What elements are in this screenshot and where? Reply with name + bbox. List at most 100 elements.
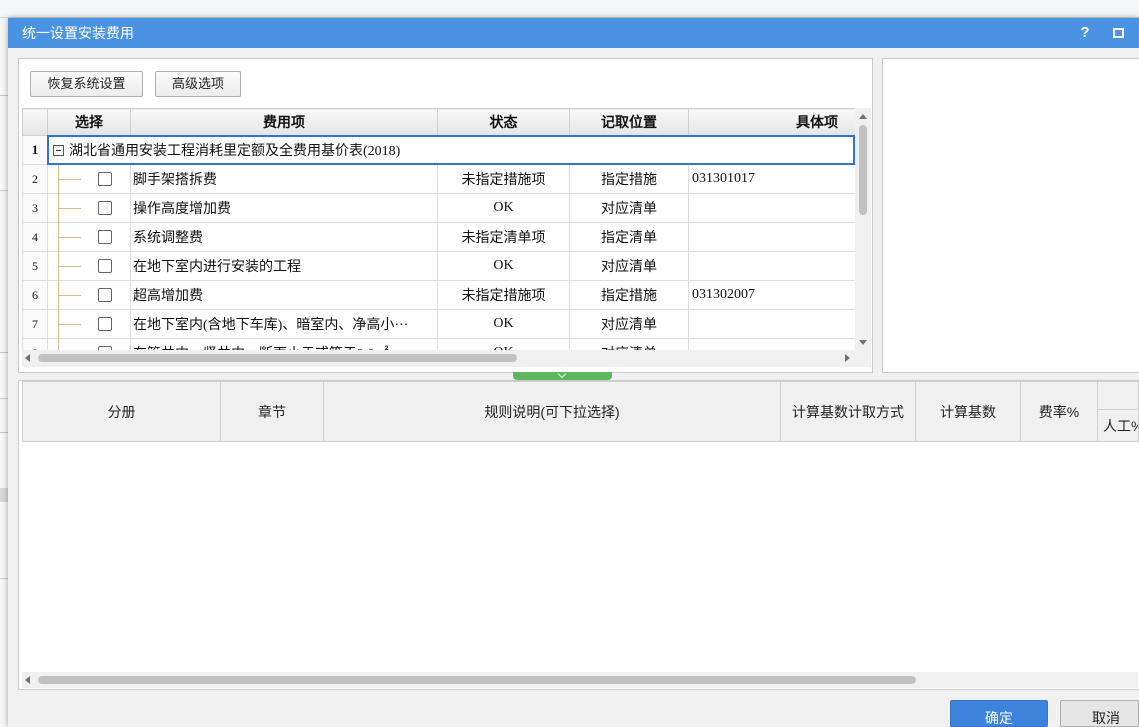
status-cell: 未指定措施项 [437, 280, 570, 310]
ok-button[interactable]: 确定 [950, 700, 1048, 727]
col-header-base-method[interactable]: 计算基数计取方式 [780, 381, 916, 442]
fee-item-name: 系统调整费 [130, 222, 438, 252]
col-header-specific-item[interactable]: 具体项 [688, 108, 855, 136]
col-header-base[interactable]: 计算基数 [915, 381, 1021, 442]
row-number: 3 [22, 193, 48, 223]
scroll-up-arrow-icon[interactable] [859, 114, 867, 119]
specific-item-cell[interactable] [688, 193, 855, 223]
restore-defaults-button[interactable]: 恢复系统设置 [30, 71, 143, 97]
fee-table-header: 选择 费用项 状态 记取位置 具体项 [22, 108, 855, 136]
col-header-fee-item[interactable]: 费用项 [130, 108, 438, 136]
rules-table-horizontal-scrollbar[interactable] [22, 672, 1138, 688]
status-cell: OK [437, 193, 570, 223]
scrollbar-corner [855, 350, 871, 367]
location-cell[interactable]: 对应清单 [569, 193, 689, 223]
select-cell [47, 222, 131, 252]
row-number: 6 [22, 280, 48, 310]
splitter-handle[interactable] [513, 369, 612, 380]
col-header-rate[interactable]: 费率% [1020, 381, 1098, 442]
col-header-volume[interactable]: 分册 [22, 381, 221, 442]
scroll-left-arrow-icon[interactable] [25, 676, 30, 684]
location-cell[interactable]: 指定措施 [569, 280, 689, 310]
fee-item-name: 操作高度增加费 [130, 193, 438, 223]
status-cell: OK [437, 338, 570, 350]
background-divider [0, 432, 8, 433]
location-cell[interactable]: 指定清单 [569, 222, 689, 252]
row-number: 7 [22, 309, 48, 339]
maximize-icon[interactable] [1113, 28, 1124, 38]
location-cell[interactable]: 对应清单 [569, 309, 689, 339]
specific-item-cell[interactable] [688, 222, 855, 252]
advanced-options-button[interactable]: 高级选项 [155, 71, 241, 97]
specific-item-cell[interactable] [688, 338, 855, 350]
background-divider [0, 578, 8, 579]
status-cell: OK [437, 251, 570, 281]
title-bar[interactable]: 统一设置安装费用 ? [8, 18, 1139, 48]
help-button[interactable]: ? [1075, 18, 1095, 48]
table-row[interactable]: 6 超高增加费 未指定措施项 指定措施 031302007 [22, 280, 855, 310]
rules-table: 分册 章节 规则说明(可下拉选择) 计算基数计取方式 计算基数 费率% 人工% [22, 381, 1139, 442]
col-header-labor[interactable]: 人工% [1097, 409, 1139, 442]
row-number-header [22, 108, 48, 136]
table-row[interactable]: 2 脚手架搭拆费 未指定措施项 指定措施 031301017 [22, 164, 855, 194]
collapse-icon[interactable] [53, 145, 64, 156]
scroll-thumb[interactable] [859, 125, 867, 215]
fee-item-name: 在管井内、竖井内、断面小于或等于2.0㎡··· [130, 338, 438, 350]
scroll-thumb[interactable] [38, 354, 517, 362]
background-divider [0, 190, 8, 191]
row-checkbox[interactable] [98, 317, 112, 331]
scroll-right-arrow-icon[interactable] [845, 354, 850, 362]
row-number: 4 [22, 222, 48, 252]
fee-items-panel: 恢复系统设置 高级选项 选择 费用项 状态 记取位置 具体项 1 湖北省通用安装… [18, 58, 873, 373]
cancel-button[interactable]: 取消 [1060, 700, 1139, 727]
select-cell [47, 280, 131, 310]
install-fee-dialog: 统一设置安装费用 ? 恢复系统设置 高级选项 选择 费用项 状态 记取位置 具体… [8, 18, 1139, 727]
select-cell [47, 251, 131, 281]
specific-item-cell[interactable]: 031301017 [688, 164, 855, 194]
group-row[interactable]: 1 湖北省通用安装工程消耗里定额及全费用基价表(2018) [22, 135, 855, 165]
location-cell[interactable]: 对应清单 [569, 251, 689, 281]
scroll-thumb[interactable] [38, 676, 916, 684]
tree-line [58, 266, 81, 267]
specific-item-cell[interactable] [688, 309, 855, 339]
location-cell[interactable]: 指定措施 [569, 164, 689, 194]
col-header-rule[interactable]: 规则说明(可下拉选择) [323, 381, 781, 442]
col-header-group [1097, 381, 1139, 410]
location-cell[interactable]: 对应清单 [569, 338, 689, 350]
select-cell [47, 338, 131, 350]
col-header-location[interactable]: 记取位置 [569, 108, 689, 136]
specific-item-cell[interactable] [688, 251, 855, 281]
col-header-status[interactable]: 状态 [437, 108, 570, 136]
col-header-select[interactable]: 选择 [47, 108, 131, 136]
scroll-left-arrow-icon[interactable] [25, 354, 30, 362]
tree-line [58, 208, 81, 209]
dialog-title: 统一设置安装费用 [22, 25, 134, 41]
tree-line [58, 324, 81, 325]
table-row[interactable]: 7 在地下室内(含地下车库)、暗室内、净高小··· OK 对应清单 [22, 309, 855, 339]
background-divider [0, 95, 8, 96]
scroll-down-arrow-icon[interactable] [859, 340, 867, 345]
status-cell: 未指定措施项 [437, 164, 570, 194]
fee-item-name: 在地下室内(含地下车库)、暗室内、净高小··· [130, 309, 438, 339]
table-row[interactable]: 5 在地下室内进行安装的工程 OK 对应清单 [22, 251, 855, 281]
fee-table-viewport: 选择 费用项 状态 记取位置 具体项 1 湖北省通用安装工程消耗里定额及全费用基… [22, 108, 855, 350]
row-checkbox[interactable] [98, 288, 112, 302]
row-number: 5 [22, 251, 48, 281]
fee-item-name: 在地下室内进行安装的工程 [130, 251, 438, 281]
table-row[interactable]: 8 在管井内、竖井内、断面小于或等于2.0㎡··· OK 对应清单 [22, 338, 855, 350]
row-checkbox[interactable] [98, 201, 112, 215]
background-app-top [0, 0, 1139, 18]
col-header-chapter[interactable]: 章节 [220, 381, 324, 442]
fee-item-name: 脚手架搭拆费 [130, 164, 438, 194]
table-row[interactable]: 3 操作高度增加费 OK 对应清单 [22, 193, 855, 223]
tree-line [58, 295, 81, 296]
row-checkbox[interactable] [98, 259, 112, 273]
specific-item-cell[interactable]: 031302007 [688, 280, 855, 310]
table-row[interactable]: 4 系统调整费 未指定清单项 指定清单 [22, 222, 855, 252]
row-checkbox[interactable] [98, 230, 112, 244]
status-cell: OK [437, 309, 570, 339]
fee-table-vertical-scrollbar[interactable] [855, 108, 871, 350]
group-cell[interactable]: 湖北省通用安装工程消耗里定额及全费用基价表(2018) [47, 135, 855, 165]
row-checkbox[interactable] [98, 172, 112, 186]
fee-table-horizontal-scrollbar[interactable] [22, 350, 855, 367]
